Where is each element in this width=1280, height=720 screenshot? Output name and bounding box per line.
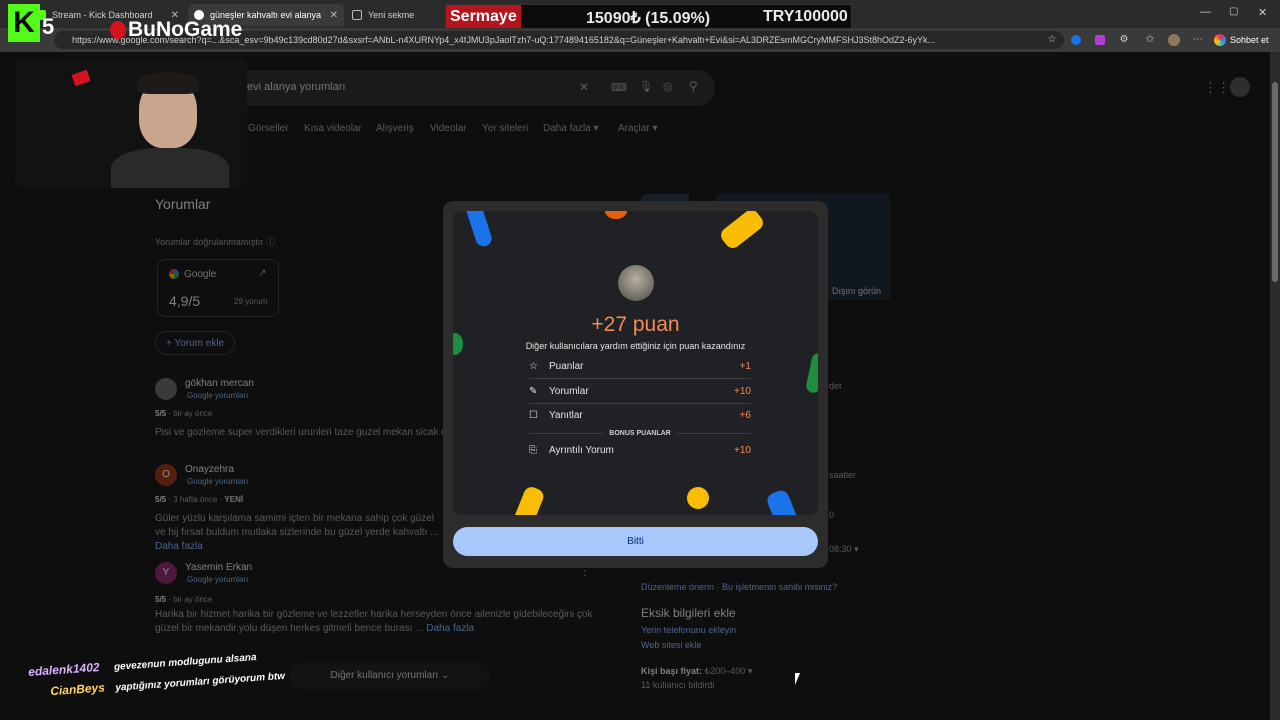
review-icon: ✎ [529, 385, 538, 397]
kick-logo: K [8, 4, 40, 42]
bookmark-star-icon[interactable]: ☆ [1046, 34, 1058, 46]
more-menu-icon[interactable]: ⋯ [1192, 34, 1204, 46]
row-points: +6 [739, 409, 751, 421]
bonus-label: BONUS PUANLAR [609, 429, 671, 437]
row-label: Puanlar [549, 360, 584, 372]
confetti-orange [605, 211, 627, 219]
streamer-hair [137, 72, 199, 94]
divider [529, 432, 604, 434]
copilot-label: Sohbet et [1230, 35, 1269, 45]
points-row-detailed-review: ⎘ Ayrıntılı Yorum +10 [529, 440, 751, 460]
row-label: Ayrıntılı Yorum [549, 444, 614, 456]
minimize-icon[interactable]: — [1200, 6, 1211, 18]
confetti-yellow [687, 487, 709, 509]
bunogame-brand: BuNoGame [110, 18, 242, 42]
brand-logo-icon [110, 21, 126, 39]
capital-total: TRY100000 [763, 8, 848, 25]
confetti-blue [765, 488, 799, 515]
row-label: Yanıtlar [549, 409, 583, 421]
favorites-icon[interactable]: ✩ [1144, 34, 1156, 46]
flag-icon [71, 69, 91, 87]
row-label: Yorumlar [549, 385, 589, 397]
confetti-yellow [512, 484, 546, 515]
done-button[interactable]: Bitti [453, 527, 818, 556]
star-icon: ☆ [529, 360, 538, 372]
row-points: +10 [734, 444, 751, 456]
tab-new-tab[interactable]: Yeni sekme [346, 4, 441, 26]
reply-icon: ☐ [529, 409, 538, 421]
tab-title: Yeni sekme [368, 10, 415, 20]
brand-label: BuNoGame [128, 18, 243, 41]
gift-icon: ⎘ [529, 444, 537, 456]
kick-number: 5 [42, 14, 55, 39]
extension-blue-icon[interactable] [1070, 34, 1082, 46]
extensions-icon[interactable]: ⚙ [1118, 34, 1130, 46]
copilot-button[interactable]: Sohbet et [1214, 33, 1269, 47]
points-title: +27 puan [591, 313, 680, 336]
maximize-icon[interactable]: ▢ [1229, 6, 1238, 17]
new-tab-page-icon [352, 10, 362, 20]
confetti-blue [464, 211, 494, 249]
chat-username: edalenk1402 [27, 660, 100, 679]
webcam-overlay [15, 58, 247, 188]
row-points: +1 [739, 360, 751, 372]
copilot-icon [1214, 34, 1226, 46]
row-points: +10 [734, 385, 751, 397]
close-window-icon[interactable]: ✕ [1258, 6, 1267, 19]
close-tab-icon[interactable]: ✕ [330, 10, 338, 21]
capital-banner: Sermaye 15090₺ (15.09%) TRY100000 [445, 4, 852, 29]
points-subtitle: Diğer kullanıcılara yardım ettiğiniz içi… [525, 341, 746, 351]
points-dialog: +27 puan Diğer kullanıcılara yardım etti… [443, 201, 828, 568]
points-row-replies: ☐ Yanıtlar +6 [529, 405, 751, 425]
avatar [618, 265, 654, 301]
bonus-section-label: BONUS PUANLAR [529, 428, 752, 438]
chat-username: CianBeys [49, 680, 106, 699]
mouse-cursor-icon [795, 673, 800, 685]
points-row-reviews: ✎ Yorumlar +10 [529, 381, 751, 401]
capital-value: 15090₺ (15.09%) [586, 10, 711, 27]
divider [529, 378, 751, 379]
points-card: +27 puan Diğer kullanıcılara yardım etti… [453, 211, 818, 515]
divider [529, 403, 751, 404]
page-scrollbar[interactable] [1270, 52, 1280, 720]
confetti-green [804, 351, 818, 395]
profile-avatar-icon[interactable] [1168, 34, 1180, 46]
confetti-yellow [717, 211, 767, 252]
extension-purple-icon[interactable] [1094, 34, 1106, 46]
streamer-shirt [111, 148, 229, 188]
points-row-ratings: ☆ Puanlar +1 [529, 356, 751, 376]
scrollbar-thumb[interactable] [1272, 82, 1278, 282]
divider [676, 432, 752, 434]
capital-label: Sermaye [446, 5, 521, 28]
